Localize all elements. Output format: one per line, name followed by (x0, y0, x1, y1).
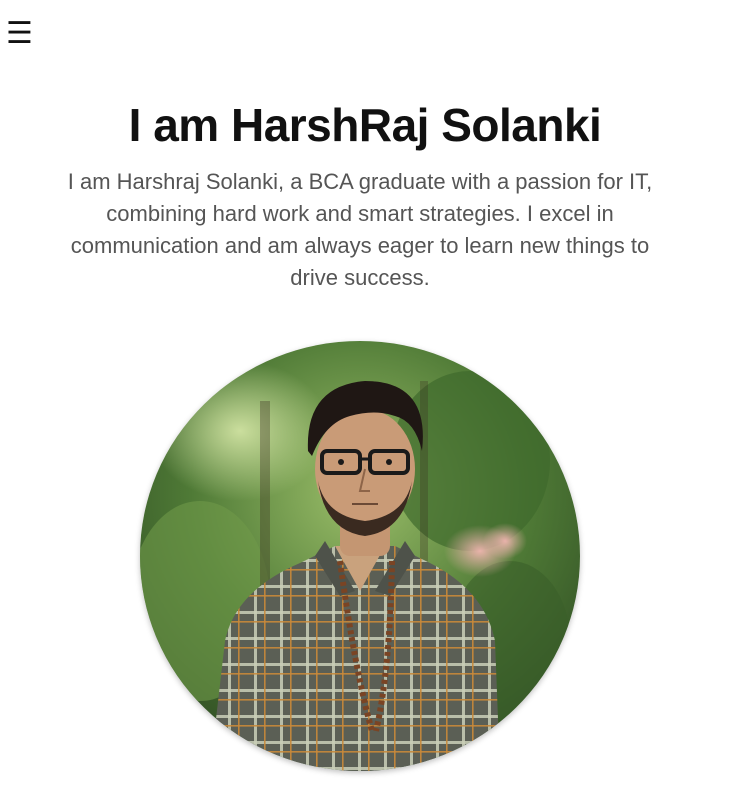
hamburger-menu-icon[interactable]: ☰ (6, 14, 33, 54)
profile-photo-illustration (140, 341, 580, 771)
profile-photo (140, 341, 580, 771)
intro-paragraph: I am Harshraj Solanki, a BCA graduate wi… (67, 169, 653, 290)
page: ☰ I am HarshRaj Solanki I am Harshraj So… (0, 0, 730, 804)
page-title: I am HarshRaj Solanki (128, 99, 602, 151)
